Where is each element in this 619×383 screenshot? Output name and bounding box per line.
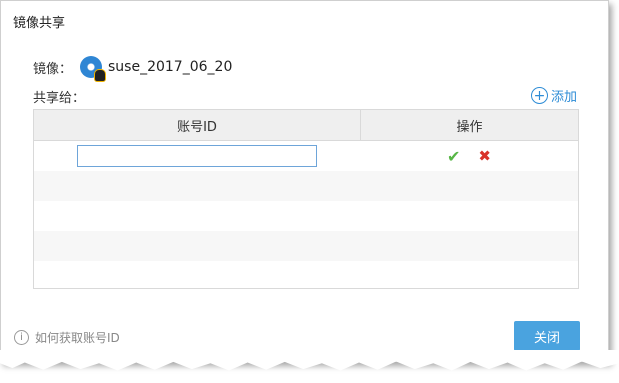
- column-header-actions: 操作: [456, 119, 483, 135]
- table-header: 账号ID 操作: [34, 110, 578, 141]
- help-link[interactable]: i 如何获取账号ID: [14, 329, 120, 346]
- plus-circle-icon: +: [531, 87, 548, 104]
- share-to-label: 共享给：: [33, 91, 86, 106]
- image-label: 镜像：: [33, 61, 73, 77]
- info-icon: i: [14, 330, 29, 345]
- image-share-dialog: 镜像共享 镜像： suse_2017_06_20 共享给： + 添加 账号ID …: [0, 0, 609, 362]
- table-row: [34, 171, 578, 201]
- account-id-input[interactable]: [77, 145, 317, 167]
- cancel-icon[interactable]: ✖: [478, 147, 491, 165]
- dialog-title: 镜像共享: [13, 16, 66, 31]
- disc-linux-icon: [80, 56, 107, 82]
- table-row: [34, 201, 578, 231]
- account-id-cell: [34, 141, 360, 171]
- help-text: 如何获取账号ID: [35, 331, 120, 345]
- image-name: suse_2017_06_20: [108, 59, 233, 75]
- torn-edge: [0, 350, 619, 371]
- add-button[interactable]: + 添加: [531, 86, 577, 105]
- table-row: [34, 231, 578, 261]
- add-label: 添加: [551, 90, 578, 105]
- confirm-icon[interactable]: ✔: [447, 147, 460, 166]
- image-row: 镜像： suse_2017_06_20: [33, 56, 233, 82]
- table-row: [34, 261, 578, 291]
- column-header-account-id: 账号ID: [34, 110, 361, 140]
- share-table: 账号ID 操作 ✔ ✖: [33, 109, 579, 289]
- close-button[interactable]: 关闭: [514, 321, 580, 351]
- actions-cell: ✔ ✖: [360, 141, 578, 171]
- tux-icon: [94, 69, 107, 82]
- table-row: ✔ ✖: [34, 141, 578, 171]
